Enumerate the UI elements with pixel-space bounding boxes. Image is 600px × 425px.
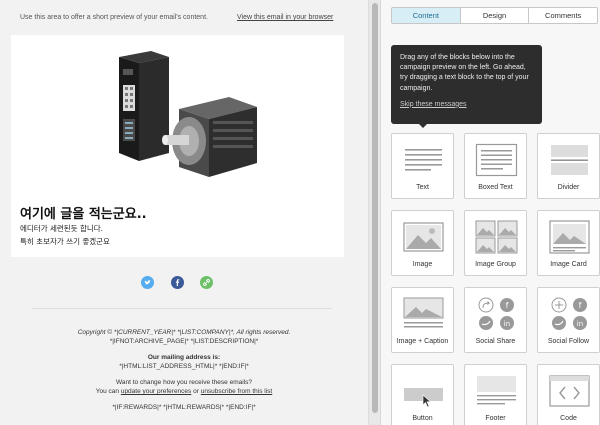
image-caption-block-icon xyxy=(403,297,444,328)
block-label: Image xyxy=(412,261,433,268)
unsubscribe-link[interactable]: unsubscribe from this list xyxy=(201,388,273,395)
block-label: Image Card xyxy=(550,261,587,268)
block-label: Social Share xyxy=(475,338,516,345)
body-text-line: 특히 초보자가 쓰기 좋겠군요 xyxy=(20,237,110,246)
image-group-block-icon xyxy=(475,220,518,254)
block-label: Image + Caption xyxy=(396,338,449,345)
preheader-text: Use this area to offer a short preview o… xyxy=(20,14,208,21)
block-label: Divider xyxy=(557,184,580,191)
footer-rewards: *|IF:REWARDS|* *|HTML:REWARDS|* *|END:IF… xyxy=(112,404,256,411)
text-block-icon xyxy=(405,149,442,171)
twitter-icon[interactable] xyxy=(141,276,154,289)
block-button[interactable]: Button xyxy=(391,364,454,425)
footer-mailing-heading: Our mailing address is: xyxy=(147,354,221,361)
footer-or-text: or xyxy=(193,388,199,395)
boxed-text-block-icon xyxy=(475,143,518,177)
tab-design[interactable]: Design xyxy=(461,8,530,23)
block-label: Footer xyxy=(485,415,506,422)
tooltip-arrow xyxy=(418,123,428,128)
svg-text:f: f xyxy=(506,301,509,310)
view-in-browser-link[interactable]: View this email in your browser xyxy=(237,14,333,21)
block-label: Code xyxy=(560,415,577,422)
preview-scrollbar[interactable] xyxy=(368,0,380,425)
tooltip-text: Drag any of the blocks below into the ca… xyxy=(400,54,529,92)
preview-scrollbar-thumb[interactable] xyxy=(372,3,378,413)
block-image[interactable]: Image xyxy=(391,210,454,276)
button-block-icon xyxy=(404,388,443,408)
email-footer: Copyright © *|CURRENT_YEAR|* *|LIST:COMP… xyxy=(20,328,348,412)
svg-text:f: f xyxy=(579,301,582,310)
footer-block-icon xyxy=(477,376,516,405)
code-block-icon xyxy=(549,375,590,407)
headline: 여기에 글을 적는군요.. xyxy=(20,207,147,222)
block-social-follow[interactable]: f in Social Follow xyxy=(537,287,600,353)
footer-preferences-line: You can update your preferences or unsub… xyxy=(20,387,348,396)
svg-text:in: in xyxy=(504,320,510,328)
footer-change-prefix: You can xyxy=(95,388,120,395)
content-block[interactable]: 여기에 글을 적는군요.. 에디터가 세련된듯 합니다. 특히 초보자가 쓰기 … xyxy=(11,35,344,257)
footer-divider xyxy=(32,308,332,309)
body-text-line: 에디터가 세련된듯 합니다. xyxy=(20,224,104,233)
campaign-preview: Use this area to offer a short preview o… xyxy=(0,0,368,425)
divider-block-icon xyxy=(551,145,588,175)
block-boxed-text[interactable]: Boxed Text xyxy=(464,133,527,199)
facebook-icon[interactable] xyxy=(171,276,184,289)
social-icons-row xyxy=(141,276,217,290)
footer-change-heading: Want to change how you receive these ema… xyxy=(116,379,252,386)
footer-mailing-address: *|HTML:LIST_ADDRESS_HTML|* *|END:IF|* xyxy=(119,363,249,370)
block-divider[interactable]: Divider xyxy=(537,133,600,199)
block-code[interactable]: Code xyxy=(537,364,600,425)
block-label: Social Follow xyxy=(547,338,590,345)
panel-tabs: Content Design Comments xyxy=(391,7,598,24)
skip-messages-link[interactable]: Skip these messages xyxy=(400,100,533,110)
svg-text:in: in xyxy=(577,320,583,328)
footer-copyright: Copyright © *|CURRENT_YEAR|* *|LIST:COMP… xyxy=(77,329,291,336)
image-card-block-icon xyxy=(549,220,590,254)
block-label: Boxed Text xyxy=(478,184,513,191)
footer-archive: *|IFNOT:ARCHIVE_PAGE|* *|LIST:DESCRIPTIO… xyxy=(109,338,259,345)
editor-panel: Content Design Comments Drag any of the … xyxy=(380,0,600,425)
block-image-card[interactable]: Image Card xyxy=(537,210,600,276)
block-social-share[interactable]: f in Social Share xyxy=(464,287,527,353)
block-image-caption[interactable]: Image + Caption xyxy=(391,287,454,353)
block-footer[interactable]: Footer xyxy=(464,364,527,425)
update-preferences-link[interactable]: update your preferences xyxy=(121,388,191,395)
onboarding-tooltip: Drag any of the blocks below into the ca… xyxy=(391,45,542,124)
tab-content[interactable]: Content xyxy=(392,8,461,23)
block-label: Text xyxy=(416,184,429,191)
image-block-icon xyxy=(403,222,444,252)
social-follow-block-icon: f in xyxy=(551,297,587,330)
link-icon[interactable] xyxy=(200,276,213,289)
social-share-block-icon: f in xyxy=(478,297,514,330)
tab-comments[interactable]: Comments xyxy=(529,8,597,23)
product-image xyxy=(119,51,257,177)
block-label: Image Group xyxy=(475,261,516,268)
block-label: Button xyxy=(412,415,433,422)
block-image-group[interactable]: Image Group xyxy=(464,210,527,276)
block-text[interactable]: Text xyxy=(391,133,454,199)
